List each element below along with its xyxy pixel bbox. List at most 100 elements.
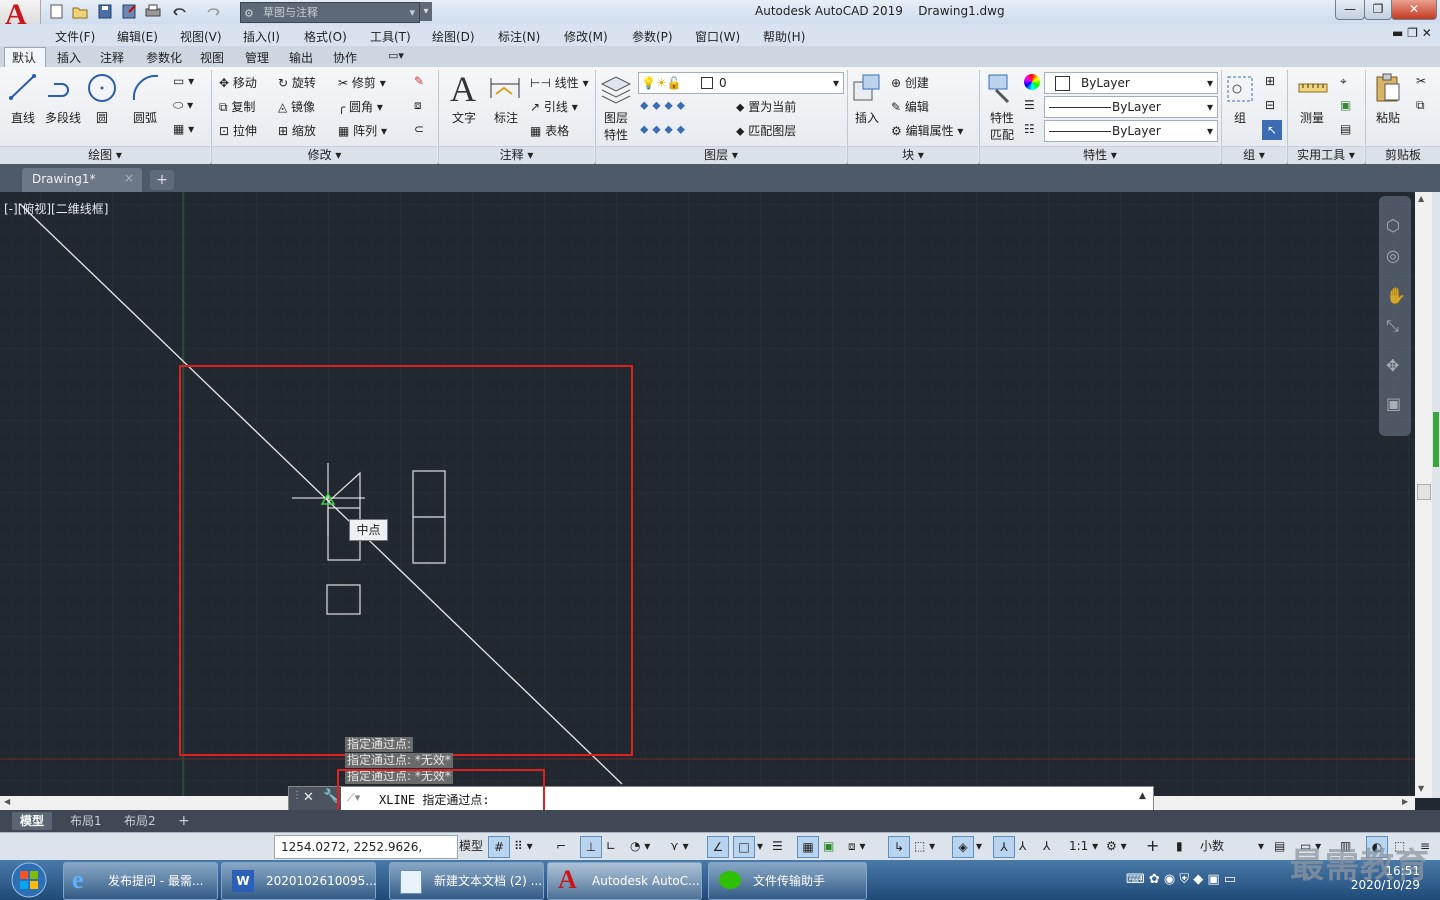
polyline-icon[interactable]	[46, 74, 78, 102]
selection-cycling-icon[interactable]: ▣	[823, 836, 834, 856]
offset-icon[interactable]: ⊂	[414, 122, 424, 136]
tab-output[interactable]: 输出	[289, 49, 313, 66]
tab-default[interactable]: 默认	[12, 49, 36, 66]
plot-icon[interactable]	[144, 3, 162, 20]
quick-select-icon[interactable]: ▣	[1340, 98, 1351, 112]
coordinates-display[interactable]: 1254.0272, 2252.9626, 0.0000	[274, 835, 458, 876]
zoom-icon[interactable]: ⤡	[1386, 316, 1399, 336]
dynamic-ucs-icon[interactable]: ↳	[888, 836, 910, 858]
close-button[interactable]: ✕	[1391, 0, 1437, 20]
line-icon[interactable]	[8, 72, 38, 102]
array-button[interactable]: ▦ 阵列 ▾	[338, 122, 387, 139]
calculator-icon[interactable]: ▤	[1340, 122, 1351, 136]
measure-label[interactable]: 测量	[1300, 109, 1324, 126]
annotation-scale-icon[interactable]: ⅄	[1043, 836, 1050, 856]
annotation-visibility-icon[interactable]: ⅄	[993, 836, 1015, 858]
layer-properties-icon[interactable]	[600, 72, 632, 106]
panel-title-layers[interactable]: 图层 ▾	[596, 146, 846, 164]
save-icon[interactable]	[96, 3, 114, 20]
text-icon[interactable]: A	[450, 68, 476, 110]
snap-mode-icon[interactable]: ⠿ ▾	[514, 836, 533, 856]
gizmo-menu-icon[interactable]: ▾	[976, 836, 982, 856]
panel-title-properties[interactable]: 特性 ▾	[980, 146, 1220, 164]
linear-button[interactable]: ⊢⊣ 线性 ▾	[530, 74, 589, 91]
color-dropdown[interactable]: ByLayer ▾	[1044, 72, 1218, 94]
match-properties-label-2[interactable]: 匹配	[990, 126, 1014, 143]
new-tab-button[interactable]: +	[150, 170, 174, 190]
menu-draw[interactable]: 绘图(D)	[432, 28, 475, 45]
menu-format[interactable]: 格式(O)	[304, 28, 347, 45]
group-icon[interactable]	[1225, 72, 1255, 104]
workspace-selector[interactable]: ⚙ 草图与注释 ▾	[240, 2, 420, 23]
gradient-icon[interactable]: ▦ ▾	[173, 122, 194, 136]
menu-edit[interactable]: 编辑(E)	[117, 28, 158, 45]
tab-parametric[interactable]: 参数化	[146, 49, 182, 66]
tab-overflow-icon[interactable]: ▭▾	[388, 49, 404, 62]
measure-icon[interactable]	[1297, 74, 1329, 102]
taskbar-item-autocad[interactable]: A Autodesk AutoC...	[547, 862, 702, 900]
tab-model[interactable]: 模型	[12, 812, 53, 830]
table-button[interactable]: ▦ 表格	[530, 122, 569, 139]
menu-help[interactable]: 帮助(H)	[763, 28, 805, 45]
tab-annotate[interactable]: 注释	[100, 49, 124, 66]
tray-icons[interactable]: ⌨ ✿ ◉ ⛨ ◆ ▣ ▭	[1126, 872, 1236, 887]
copy-button[interactable]: ⧉ 复制	[219, 98, 255, 115]
dynamic-input-icon[interactable]: ⊥	[580, 836, 602, 858]
orbit-icon[interactable]: ✥	[1386, 356, 1399, 375]
steering-wheel-icon[interactable]: ◎	[1386, 246, 1400, 265]
edit-block-button[interactable]: ✎ 编辑	[891, 98, 929, 115]
erase-icon[interactable]: ✎	[414, 74, 424, 88]
hatch-icon[interactable]: ⬭ ▾	[173, 98, 193, 113]
tab-collaborate[interactable]: 协作	[333, 49, 357, 66]
layer-tools-icons[interactable]: ⬥ ⬥ ⬥ ⬥	[640, 98, 685, 113]
make-current-button[interactable]: ⬥ 置为当前	[736, 98, 796, 115]
infer-constraints-icon[interactable]: ⌐	[556, 836, 566, 856]
scroll-up-icon[interactable]: ▲	[1418, 194, 1424, 203]
grip-icon[interactable]: ⋮	[292, 790, 302, 801]
tab-manage[interactable]: 管理	[245, 49, 269, 66]
annotation-scale-value[interactable]: 1:1 ▾	[1069, 836, 1098, 856]
insert-block-icon[interactable]	[851, 72, 883, 104]
match-properties-label[interactable]: 特性	[990, 109, 1014, 126]
circle-icon[interactable]	[86, 72, 118, 104]
doc-window-controls[interactable]: ▬ ❐ ✕	[1392, 26, 1432, 40]
menu-tools[interactable]: 工具(T)	[370, 28, 411, 45]
viewport-controls[interactable]: [-][俯视][二维线框]	[4, 200, 108, 217]
group-select-icon[interactable]: ↖	[1262, 120, 1282, 140]
object-snap-icon[interactable]: □	[733, 836, 755, 858]
dimension-icon[interactable]	[488, 74, 522, 102]
panel-title-annotation[interactable]: 注释 ▾	[439, 146, 594, 164]
auto-scale-icon[interactable]: ⅄	[1019, 836, 1026, 856]
draw-arc-label[interactable]: 圆弧	[133, 109, 157, 126]
pan-icon[interactable]: ✋	[1386, 286, 1406, 305]
command-history-toggle-icon[interactable]: ▲	[1139, 791, 1146, 801]
new-icon[interactable]	[48, 3, 66, 20]
grid-toggle-icon[interactable]: #	[488, 836, 510, 858]
quick-properties-icon[interactable]: ▤	[1274, 836, 1285, 856]
polar-tracking-icon[interactable]: ◔ ▾	[630, 836, 650, 856]
rectangle-icon[interactable]: ▭ ▾	[173, 74, 194, 88]
leader-button[interactable]: ↗ 引线 ▾	[530, 98, 578, 115]
layer-dropdown[interactable]: 💡☀🔓 0 ▾	[638, 72, 844, 94]
3d-osnap-icon[interactable]: ⧈ ▾	[848, 836, 865, 856]
copy-clip-icon[interactable]: ⧉	[1416, 98, 1425, 113]
mirror-button[interactable]: ◬ 镜像	[278, 98, 315, 115]
tab-layout1[interactable]: 布局1	[62, 812, 110, 830]
menu-modify[interactable]: 修改(M)	[564, 28, 608, 45]
scale-button[interactable]: ⊞ 缩放	[278, 122, 316, 139]
rotate-button[interactable]: ↻ 旋转	[278, 74, 316, 91]
explode-icon[interactable]: ⧈	[414, 98, 422, 113]
osnap-menu-icon[interactable]: ▾	[757, 836, 763, 856]
menu-window[interactable]: 窗口(W)	[695, 28, 740, 45]
taskbar-item-notepad[interactable]: 新建文本文档 (2) ...	[389, 862, 544, 900]
group-edit-icon[interactable]: ⊟	[1265, 98, 1275, 112]
fillet-button[interactable]: ╭ 圆角 ▾	[338, 98, 383, 115]
navigation-bar[interactable]: ⬡ ◎ ✋ ⤡ ✥ ▣	[1379, 196, 1411, 436]
model-space-toggle[interactable]: 模型	[459, 836, 483, 856]
system-clock[interactable]: 16:51 2020/10/29	[1340, 864, 1420, 892]
panel-title-block[interactable]: 块 ▾	[848, 146, 978, 164]
quick-access-customize[interactable]: ▾	[420, 2, 432, 21]
move-button[interactable]: ✥ 移动	[219, 74, 257, 91]
lineweight-dropdown[interactable]: ByLayer ▾	[1044, 96, 1218, 118]
object-snap-tracking-icon[interactable]: ∠	[707, 836, 729, 858]
